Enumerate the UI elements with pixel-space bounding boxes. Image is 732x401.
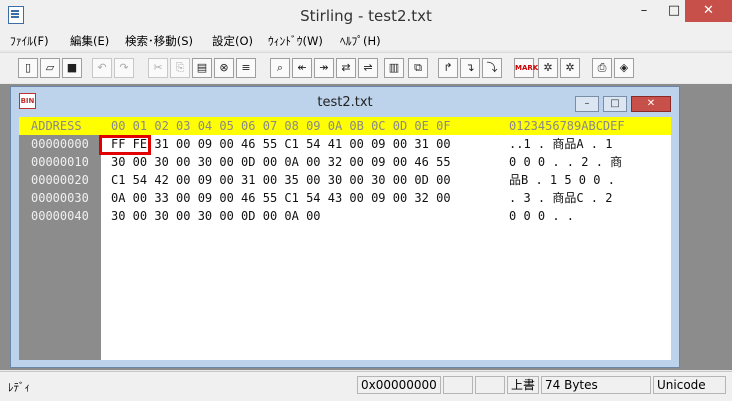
print-icon[interactable]: ⎙ [592,58,612,78]
save-icon[interactable]: ■ [62,58,82,78]
find-icon[interactable]: ⌕ [270,58,290,78]
status-offset: 0x00000000 [357,376,441,394]
hex-editor[interactable]: ADDRESS 00 01 02 03 04 05 06 07 08 09 0A… [19,117,671,360]
mark-prev-icon[interactable]: ✲ [560,58,580,78]
cut-icon[interactable]: ✂ [148,58,168,78]
copy-icon[interactable]: ⎘ [170,58,190,78]
status-mode: 上書 [507,376,539,394]
new-icon[interactable]: ▯ [18,58,38,78]
mark-icon[interactable]: MARK [514,58,538,78]
row-text[interactable]: 品B . 1 5 0 0 . [509,171,615,189]
menu-window[interactable]: ｳｨﾝﾄﾞｳ(W) [268,33,323,49]
fill-icon[interactable]: ↴ [460,58,480,78]
row-address: 00000000 [31,137,89,151]
status-size: 74 Bytes [541,376,651,394]
row-text[interactable]: 0 0 0 . . 2 . 商 [509,153,622,171]
menu-bar: ﾌｧｲﾙ(F) 編集(E) 検索･移動(S) 設定(O) ｳｨﾝﾄﾞｳ(W) ﾍ… [0,30,732,50]
child-minimize-button[interactable]: – [575,96,599,112]
minimize-button[interactable]: – [629,0,659,22]
row-bytes[interactable]: 30 00 30 00 30 00 0D 00 0A 00 32 00 09 0… [111,153,451,171]
row-text[interactable]: . 3 . 商品C . 2 [509,189,612,207]
child-close-button[interactable]: ✕ [631,96,671,112]
close-button[interactable]: ✕ [685,0,732,22]
find-replace-icon[interactable]: ⇄ [336,58,356,78]
row-address: 00000040 [31,209,89,223]
row-address: 00000010 [31,155,89,169]
row-bytes[interactable]: 30 00 30 00 30 00 0D 00 0A 00 [111,207,321,225]
mdi-area: BIN test2.txt – □ ✕ ADDRESS 00 01 02 03 … [0,84,732,370]
status-encoding: Unicode [653,376,726,394]
toolbar: ▯ ▱ ■ ↶ ↷ ✂ ⎘ ▤ ⊗ ≡ ⌕ ↞ ↠ ⇄ ⇌ ▥ ⧉ ↱ ↴ ⤵ … [0,52,732,83]
insert-file-icon[interactable]: ⧉ [408,58,428,78]
row-text[interactable]: ..1 . 商品A . 1 [509,135,612,153]
status-blank-2 [475,376,505,394]
delete-icon[interactable]: ⊗ [214,58,234,78]
fill-range-icon[interactable]: ⤵ [482,58,502,78]
compare-icon[interactable]: ⇌ [358,58,378,78]
open-icon[interactable]: ▱ [40,58,60,78]
highlight-box [99,135,151,155]
jump-icon[interactable]: ▥ [384,58,404,78]
redo-icon[interactable]: ↷ [114,58,134,78]
row-bytes[interactable]: C1 54 42 00 09 00 31 00 35 00 30 00 30 0… [111,171,451,189]
paste-special-icon[interactable]: ≡ [236,58,256,78]
status-bar: ﾚﾃﾞｨ 0x00000000 上書 74 Bytes Unicode [0,371,732,401]
title-bar: Stirling - test2.txt – □ ✕ [0,0,732,30]
menu-help[interactable]: ﾍﾙﾌﾟ(H) [340,33,381,49]
row-bytes[interactable]: FF FE 31 00 09 00 46 55 C1 54 41 00 09 0… [111,135,451,153]
settings-icon[interactable]: ◈ [614,58,634,78]
paste-icon[interactable]: ▤ [192,58,212,78]
window-title: Stirling - test2.txt [300,7,432,25]
row-address: 00000030 [31,191,89,205]
find-next-icon[interactable]: ↠ [314,58,334,78]
offset-header: 00 01 02 03 04 05 06 07 08 09 0A 0B 0C 0… [111,119,451,133]
child-maximize-button[interactable]: □ [603,96,627,112]
address-header: ADDRESS [31,119,82,133]
menu-edit[interactable]: 編集(E) [70,33,109,49]
row-bytes[interactable]: 0A 00 33 00 09 00 46 55 C1 54 43 00 09 0… [111,189,451,207]
text-header: 0123456789ABCDEF [509,119,625,133]
find-prev-icon[interactable]: ↞ [292,58,312,78]
menu-settings[interactable]: 設定(O) [212,33,253,49]
mark-next-icon[interactable]: ✲ [538,58,558,78]
undo-icon[interactable]: ↶ [92,58,112,78]
menu-search[interactable]: 検索･移動(S) [125,33,193,49]
status-ready: ﾚﾃﾞｨ [8,381,30,394]
status-blank-1 [443,376,473,394]
menu-file[interactable]: ﾌｧｲﾙ(F) [10,33,49,49]
document-window: BIN test2.txt – □ ✕ ADDRESS 00 01 02 03 … [10,86,680,368]
row-text[interactable]: 0 0 0 . . [509,207,574,225]
write-file-icon[interactable]: ↱ [438,58,458,78]
row-address: 00000020 [31,173,89,187]
